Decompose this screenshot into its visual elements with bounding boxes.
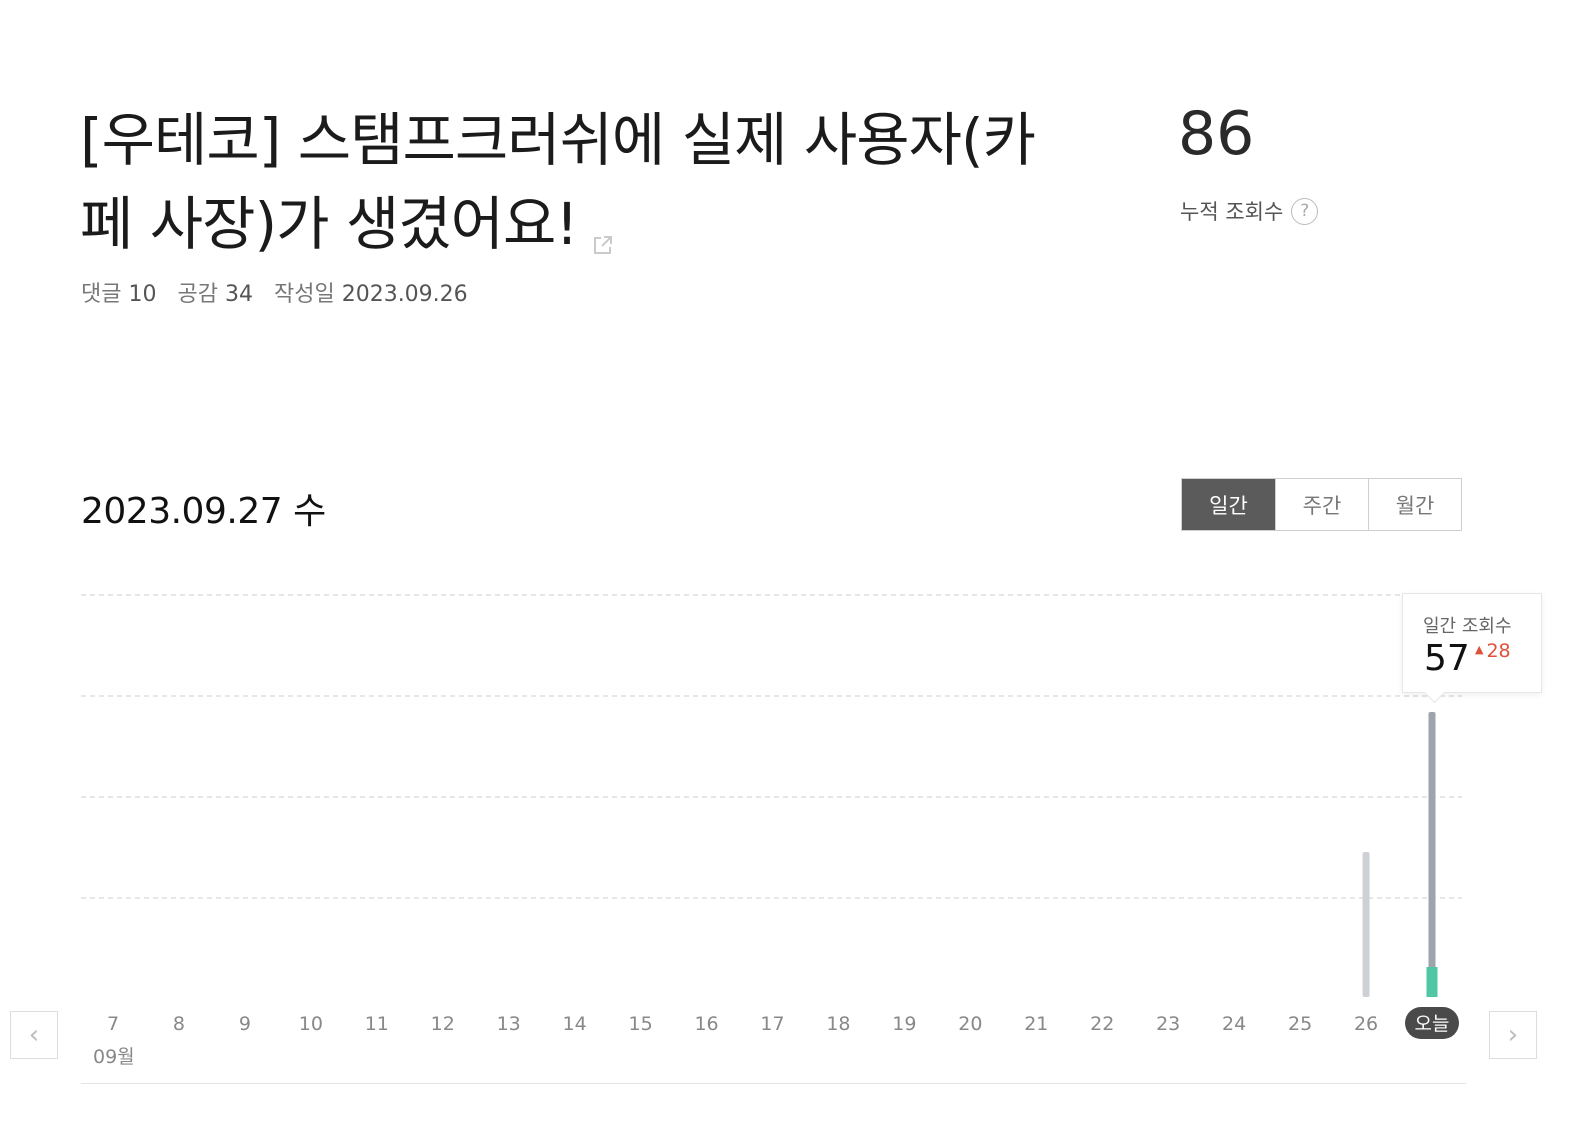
daily-views-tooltip: 일간 조회수 57 ▲ 28: [1402, 593, 1542, 693]
bar-segment-new-today: [1426, 967, 1438, 997]
x-tick-label: 18: [826, 1013, 850, 1035]
tooltip-change-value: 28: [1486, 640, 1511, 662]
x-tick-label: 23: [1156, 1013, 1180, 1035]
x-tick-label: 24: [1222, 1013, 1246, 1035]
x-tick-label: 오늘: [1415, 1013, 1450, 1035]
x-tick-label: 12: [431, 1013, 455, 1035]
x-tick-label: 20: [958, 1013, 982, 1035]
x-tick-label: 15: [629, 1013, 653, 1035]
x-tick-label: 8: [173, 1013, 185, 1035]
x-tick-label: 9: [239, 1013, 251, 1035]
x-tick-label: 7: [107, 1013, 119, 1035]
tooltip-label: 일간 조회수: [1423, 616, 1512, 637]
chart-prev-button[interactable]: ‹: [10, 1011, 58, 1059]
chart-next-button[interactable]: ›: [1489, 1011, 1537, 1059]
chevron-left-icon: ‹: [28, 1020, 40, 1050]
x-tick-label: 10: [299, 1013, 323, 1035]
tooltip-change: ▲ 28: [1475, 640, 1511, 662]
x-tick-label: 19: [892, 1013, 916, 1035]
x-tick-label: 11: [365, 1013, 389, 1035]
bar-26: [1362, 852, 1370, 997]
x-tick-label: 17: [760, 1013, 784, 1035]
tooltip-value: 57: [1424, 638, 1470, 679]
x-tick-label: 21: [1024, 1013, 1048, 1035]
daily-views-chart: 7 8 9 10 11 12 13 14 15 16 17 18 19 20 21 22 23 24 25 26 오늘: [81, 594, 1462, 1039]
up-arrow-icon: ▲: [1475, 643, 1484, 656]
x-tick-label: 13: [497, 1013, 521, 1035]
x-tick-label: 25: [1288, 1013, 1312, 1035]
bar-오늘[interactable]: [1428, 712, 1436, 997]
x-tick-label: 26: [1354, 1013, 1378, 1035]
chart-bottom-divider: [81, 1083, 1466, 1084]
x-tick-label: 22: [1090, 1013, 1114, 1035]
stats-page: [우테코] 스탬프크러쉬에 실제 사용자(카페 사장)가 생겼어요! 댓글 10…: [0, 0, 1578, 1132]
x-tick-label: 16: [694, 1013, 718, 1035]
chevron-right-icon: ›: [1507, 1020, 1519, 1050]
x-tick-label: 14: [563, 1013, 587, 1035]
month-label: 09월: [93, 1046, 135, 1068]
